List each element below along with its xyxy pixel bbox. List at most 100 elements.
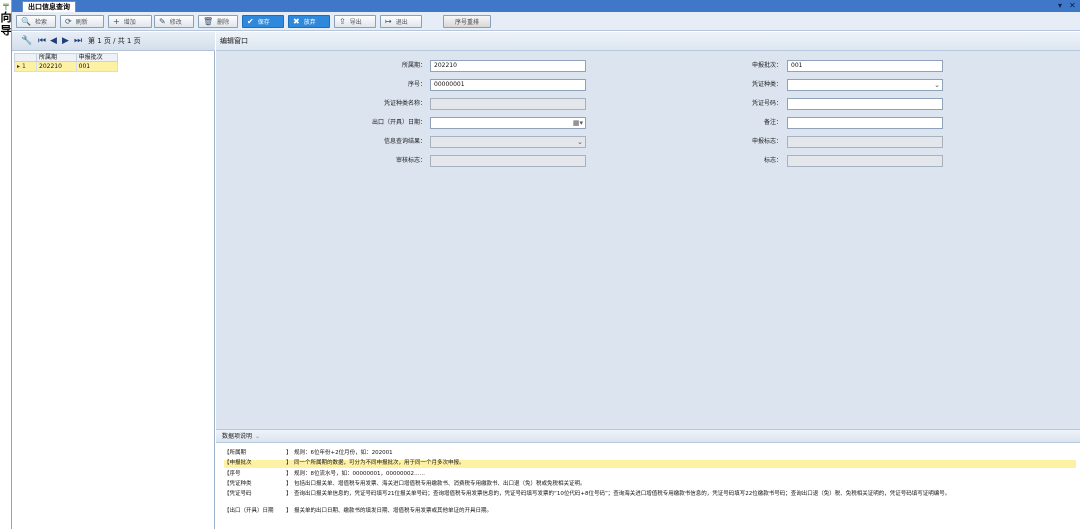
next-page-icon[interactable]: ▶ <box>62 35 69 47</box>
chevron-down-icon[interactable]: ⌄ <box>255 433 260 440</box>
row-indicator: ▸ 1 <box>14 61 37 72</box>
declare-flag-field <box>787 136 943 148</box>
voucher-type-label: 凭证种类： <box>751 81 782 88</box>
desc-key: 【出口（开具）日期 <box>224 508 274 514</box>
discard-label: 放弃 <box>303 19 316 26</box>
refresh-label: 刷新 <box>75 19 88 26</box>
period-input[interactable]: 202210 <box>430 60 586 72</box>
chevron-down-icon: ⌄ <box>577 138 583 146</box>
last-page-icon[interactable]: ⏭ <box>74 35 82 47</box>
description-title: 数据项说明 <box>222 433 253 440</box>
toolbar: 🔍 检索 ⟳ 刷新 + 增加 ✎ 修改 🗑 删除 ✔ 保存 ✖ 放弃 ⇪ 导出 ↦ 退出 序号重排 <box>12 12 1080 31</box>
desc-row-seq: 【序号 】 规则：8位流水号，如：00000001，00000002…… <box>224 471 1076 478</box>
search-label: 检索 <box>34 19 47 26</box>
batch-input[interactable]: 001 <box>787 60 943 72</box>
voucher-type-name-label: 凭证种类名称： <box>383 100 426 107</box>
voucher-type-select[interactable]: ⌄ <box>787 79 943 91</box>
edit-button[interactable]: ✎ 修改 <box>154 15 194 28</box>
row-pointer-icon: ▸ <box>17 63 21 70</box>
query-result-select: ⌄ <box>430 136 586 148</box>
wrench-icon[interactable]: 🔧 <box>21 35 32 47</box>
save-button[interactable]: ✔ 保存 <box>242 15 284 28</box>
column-header-batch[interactable]: 申报批次 <box>75 53 119 62</box>
desc-text: 报关单的出口日期、缴款书的填发日期、增值税专用发票或其他单证的开具日期。 <box>294 508 493 514</box>
voucher-type-name-field <box>430 98 586 110</box>
x-icon: ✖ <box>293 17 300 26</box>
discard-button[interactable]: ✖ 放弃 <box>288 15 330 28</box>
export-date-picker[interactable]: ▦▾ <box>430 117 586 129</box>
exit-label: 退出 <box>395 19 408 26</box>
record-grid: 所属期 申报批次 ▸ 1 202210 001 <box>14 53 119 72</box>
desc-row-period: 【所属期 】 规则：6位年份+2位月份，如：202001 <box>224 450 1076 457</box>
chevron-down-icon[interactable]: ▾ <box>1058 0 1062 12</box>
export-button[interactable]: ⇪ 导出 <box>334 15 376 28</box>
remark-label: 备注： <box>763 119 782 126</box>
desc-bracket: 】 <box>286 481 292 487</box>
page-indicator: 第 1 页 / 共 1 页 <box>88 37 141 45</box>
plus-icon: + <box>113 17 120 26</box>
desc-text: 同一个所属期的数据，可分为不同申报批次，用于同一个月多次申报。 <box>294 460 465 466</box>
export-label: 导出 <box>349 19 362 26</box>
refresh-icon: ⟳ <box>65 17 72 26</box>
table-row[interactable]: ▸ 1 202210 001 <box>14 61 119 72</box>
declare-flag-label: 申报标志： <box>751 138 782 145</box>
desc-bracket: 】 <box>286 450 292 456</box>
export-icon: ⇪ <box>339 17 346 26</box>
edit-panel: 编辑窗口 所属期： 202210 申报批次： 001 序号： 00000001 … <box>216 32 1080 429</box>
close-icon[interactable]: ✕ <box>1069 0 1076 12</box>
cell-period[interactable]: 202210 <box>36 61 77 72</box>
export-date-label: 出口（开具）日期： <box>371 119 426 126</box>
edit-icon: ✎ <box>159 17 166 26</box>
prev-page-icon[interactable]: ◀ <box>50 35 57 47</box>
desc-bracket: 】 <box>286 491 292 497</box>
desc-text: 规则：6位年份+2位月份，如：202001 <box>294 450 393 456</box>
delete-button[interactable]: 🗑 删除 <box>198 15 238 28</box>
voucher-no-label: 凭证号码： <box>751 100 782 107</box>
refresh-button[interactable]: ⟳ 刷新 <box>60 15 104 28</box>
query-result-label: 信息查询结果： <box>383 138 426 145</box>
desc-bracket: 】 <box>286 508 292 514</box>
desc-text: 包括出口报关单、增值税专用发票、海关进口增值税专用缴款书、消费税专用缴款书、出口… <box>294 481 586 487</box>
desc-key: 【凭证号码 <box>224 491 252 497</box>
edit-label: 修改 <box>169 19 182 26</box>
desc-text: 规则：8位流水号，如：00000001，00000002…… <box>294 471 425 477</box>
exit-button[interactable]: ↦ 退出 <box>380 15 422 28</box>
remark-input[interactable] <box>787 117 943 129</box>
voucher-no-input[interactable] <box>787 98 943 110</box>
save-label: 保存 <box>257 19 270 26</box>
row-index: 1 <box>21 63 26 70</box>
delete-label: 删除 <box>217 19 230 26</box>
search-icon: 🔍 <box>21 17 31 26</box>
column-header-period[interactable]: 所属期 <box>36 53 77 62</box>
desc-bracket: 】 <box>286 471 292 477</box>
desc-text: 查询出口报关单信息的，凭证号码填写21位报关单号码；查询增值税专用发票信息的，凭… <box>294 491 951 497</box>
check-icon: ✔ <box>247 17 254 26</box>
add-button[interactable]: + 增加 <box>108 15 152 28</box>
desc-row-batch: 【申报批次 】 同一个所属期的数据，可分为不同申报批次，用于同一个月多次申报。 <box>224 460 1076 468</box>
trash-icon: 🗑 <box>203 17 214 26</box>
description-header[interactable]: 数据项说明 ⌄ <box>216 429 1080 443</box>
desc-key: 【申报批次 <box>224 460 252 466</box>
desc-row-voucher-type: 【凭证种类 】 包括出口报关单、增值税专用发票、海关进口增值税专用缴款书、消费税… <box>224 481 1076 488</box>
search-button[interactable]: 🔍 检索 <box>16 15 56 28</box>
nav-guide-label[interactable]: 向导 <box>0 11 12 37</box>
audit-flag-label: 审核标志： <box>395 157 426 164</box>
calendar-icon[interactable]: ▦▾ <box>573 118 583 128</box>
row-header-corner <box>14 53 37 62</box>
pin-icon[interactable]: ╤ <box>2 2 10 11</box>
field-description-panel: 数据项说明 ⌄ 【所属期 】 规则：6位年份+2位月份，如：202001 【申报批… <box>216 429 1080 529</box>
audit-flag-field <box>430 155 586 167</box>
pager: 🔧 ⏮ ◀ ▶ ⏭ 第 1 页 / 共 1 页 <box>12 32 215 51</box>
tab-bar: 出口信息查询 ▾ ✕ <box>12 0 1080 12</box>
flag-label: 标志： <box>763 157 782 164</box>
exit-icon: ↦ <box>385 17 392 26</box>
tab-export-info-query[interactable]: 出口信息查询 <box>22 1 76 12</box>
nav-strip[interactable]: ╤ 向导 <box>0 0 12 529</box>
desc-row-voucher-no: 【凭证号码 】 查询出口报关单信息的，凭证号码填写21位报关单号码；查询增值税专… <box>224 491 1076 505</box>
desc-row-export-date: 【出口（开具）日期 】 报关单的出口日期、缴款书的填发日期、增值税专用发票或其他… <box>224 508 1076 515</box>
reorder-button[interactable]: 序号重排 <box>443 15 491 28</box>
edit-panel-title: 编辑窗口 <box>216 32 1080 51</box>
first-page-icon[interactable]: ⏮ <box>38 35 46 47</box>
seq-input[interactable]: 00000001 <box>430 79 586 91</box>
cell-batch[interactable]: 001 <box>75 61 119 72</box>
